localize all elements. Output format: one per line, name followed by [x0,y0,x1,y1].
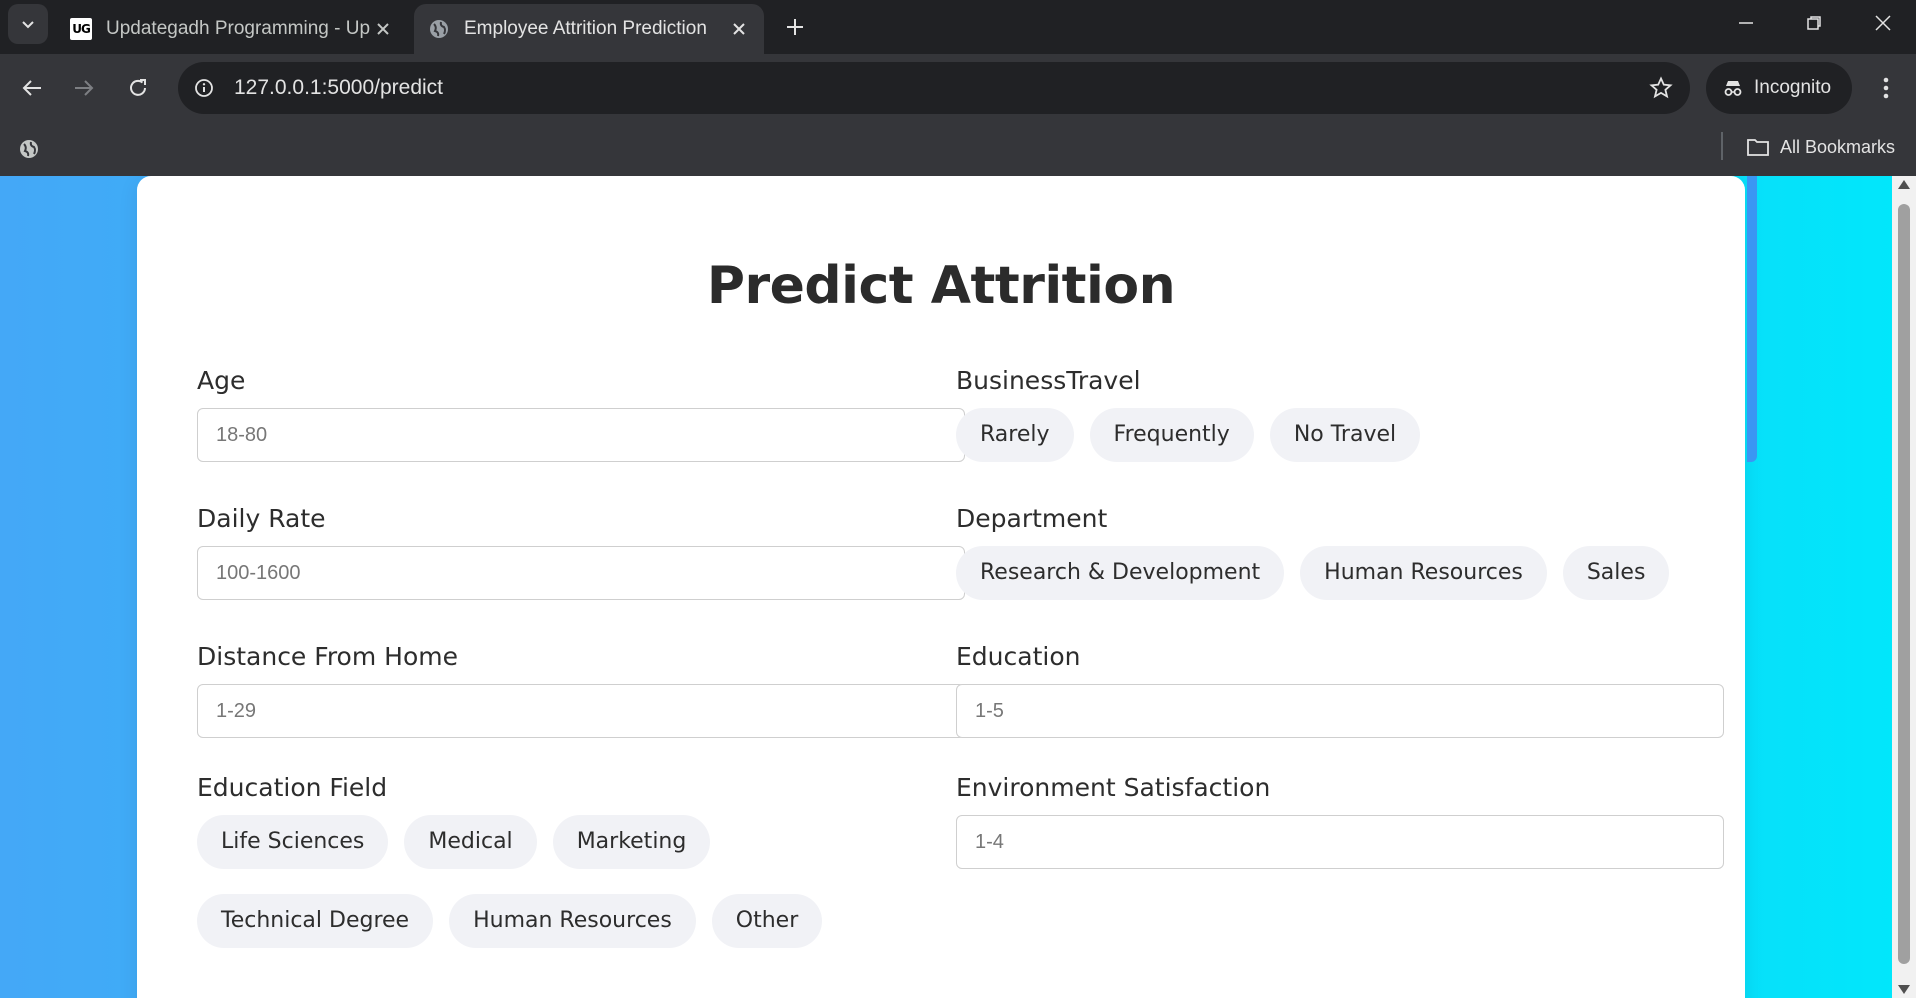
environment-satisfaction-input[interactable] [956,815,1724,869]
address-bar[interactable]: 127.0.0.1:5000/predict [178,62,1690,114]
department-options: Research & Development Human Resources S… [956,546,1670,600]
tab-strip: UG Updategadh Programming - Up Employee … [0,0,1916,54]
tab-title: Updategadh Programming - Up [106,18,371,39]
business-travel-label: BusinessTravel [956,366,1141,395]
minimize-icon [1739,22,1753,24]
plus-icon [787,19,803,35]
card-scrollbar[interactable] [1747,176,1757,462]
incognito-label: Incognito [1754,77,1832,98]
department-option-research-development[interactable]: Research & Development [956,546,1285,600]
education-field-options-row-2: Technical Degree Human Resources Other [197,894,823,948]
business-travel-option-no-travel[interactable]: No Travel [1269,408,1421,462]
site-info-icon[interactable] [192,76,216,100]
education-field-option-life-sciences[interactable]: Life Sciences [197,815,389,869]
browser-menu-button[interactable] [1868,70,1904,106]
education-field-options-row-1: Life Sciences Medical Marketing [197,815,711,869]
distance-from-home-label: Distance From Home [197,642,458,671]
daily-rate-label: Daily Rate [197,504,326,533]
incognito-icon [1724,81,1742,96]
arrow-right-icon [75,80,94,96]
page-title: Predict Attrition [706,256,1176,316]
globe-icon [428,18,450,40]
education-field-label: Education Field [197,773,388,802]
education-field-option-technical-degree[interactable]: Technical Degree [197,894,434,948]
chevron-down-icon [22,21,34,29]
more-vertical-icon [1883,77,1889,99]
form-card: Predict Attrition Age Daily Rate Distanc… [137,176,1757,998]
all-bookmarks-button[interactable]: All Bookmarks [1746,132,1895,162]
age-input[interactable] [197,408,965,462]
department-label: Department [956,504,1108,533]
daily-rate-input[interactable] [197,546,965,600]
tab-search-button[interactable] [8,4,48,44]
scroll-thumb[interactable] [1898,204,1910,964]
tab-title: Employee Attrition Prediction [464,18,707,39]
reload-icon [130,79,146,96]
restore-button[interactable] [1779,0,1849,46]
bookmark-star-icon[interactable] [1648,75,1674,101]
age-label: Age [197,366,246,395]
education-input[interactable] [956,684,1724,738]
incognito-badge[interactable]: Incognito [1706,62,1852,114]
education-field-option-marketing[interactable]: Marketing [552,815,711,869]
scroll-down-icon[interactable] [1898,985,1910,994]
ug-logo-icon: UG [70,18,92,40]
back-button[interactable] [14,70,50,106]
close-window-button[interactable] [1848,0,1916,46]
page-viewport: Predict Attrition Age Daily Rate Distanc… [0,176,1916,998]
bookmarks-divider [1721,132,1723,160]
arrow-left-icon [22,80,41,96]
education-label: Education [956,642,1081,671]
browser-toolbar: 127.0.0.1:5000/predict Incognito [0,54,1916,122]
all-bookmarks-label: All Bookmarks [1780,136,1896,157]
business-travel-option-frequently[interactable]: Frequently [1089,408,1254,462]
close-icon [1875,15,1891,31]
department-option-human-resources[interactable]: Human Resources [1300,546,1547,600]
reload-button[interactable] [120,70,156,106]
minimize-button[interactable] [1711,0,1781,46]
education-field-option-human-resources[interactable]: Human Resources [449,894,696,948]
education-field-option-medical[interactable]: Medical [404,815,537,869]
folder-icon [1747,139,1769,156]
education-field-option-other[interactable]: Other [711,894,823,948]
business-travel-options: Rarely Frequently No Travel [956,408,1421,462]
restore-icon [1807,16,1821,30]
url-text[interactable]: 127.0.0.1:5000/predict [234,62,443,114]
close-icon[interactable] [728,18,750,40]
page-scrollbar[interactable] [1892,176,1916,998]
close-icon[interactable] [372,18,394,40]
tab-updategadh[interactable]: UG Updategadh Programming - Up [56,4,408,54]
business-travel-option-rarely[interactable]: Rarely [956,408,1074,462]
new-tab-button[interactable] [780,12,810,42]
scroll-up-icon[interactable] [1898,180,1910,189]
tab-employee-attrition[interactable]: Employee Attrition Prediction [414,4,764,54]
department-option-sales[interactable]: Sales [1562,546,1670,600]
distance-from-home-input[interactable] [197,684,965,738]
bookmarks-bar: All Bookmarks [0,122,1916,176]
forward-button[interactable] [66,70,102,106]
environment-satisfaction-label: Environment Satisfaction [956,773,1271,802]
globe-icon[interactable] [16,136,42,162]
